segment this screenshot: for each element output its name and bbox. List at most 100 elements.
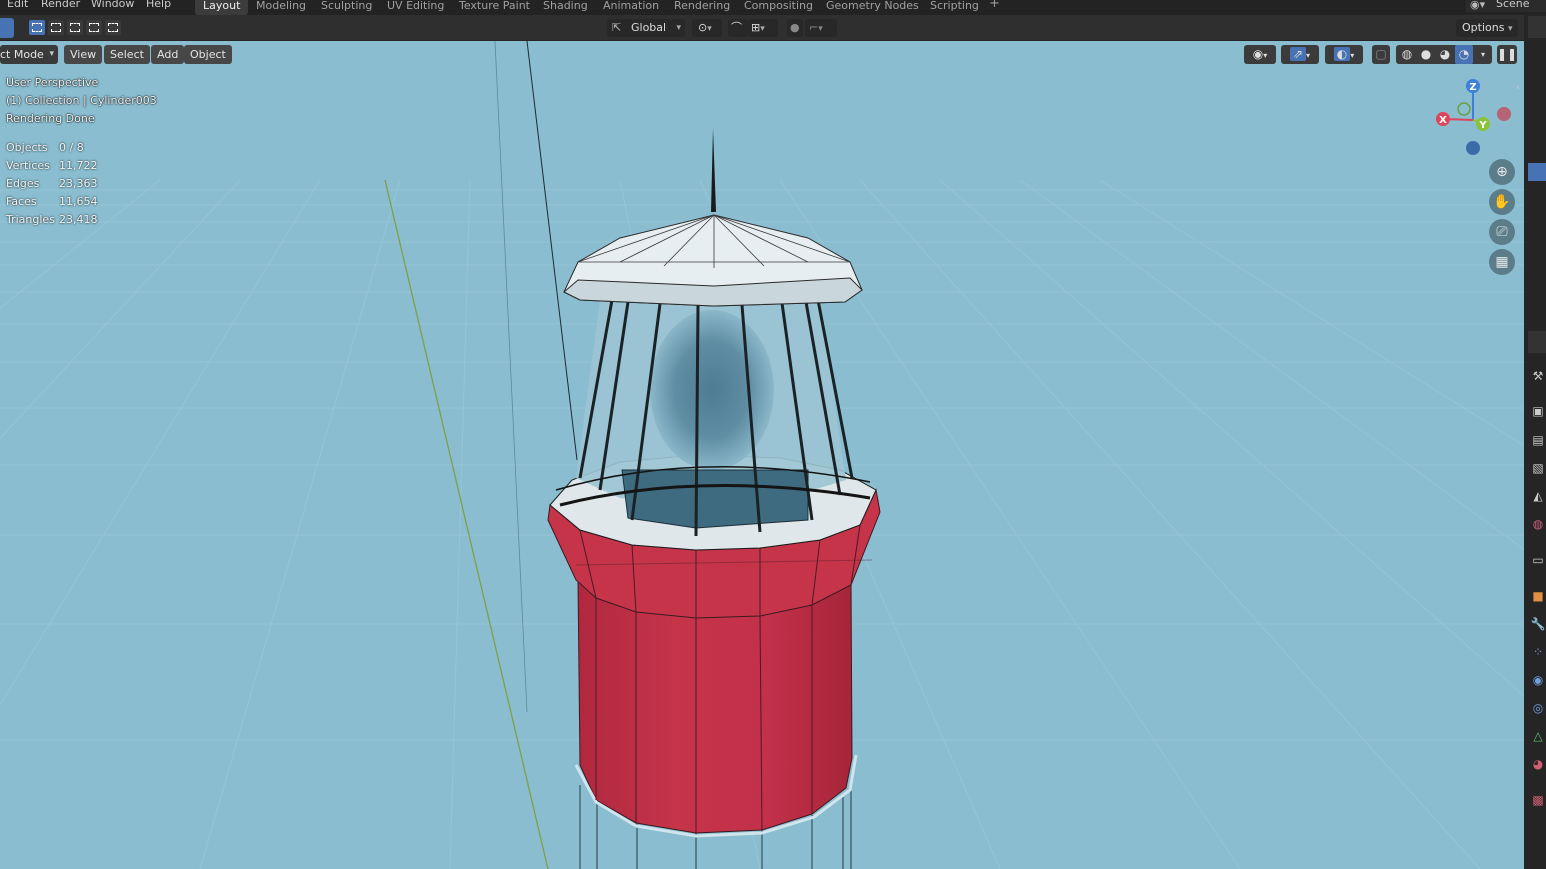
rendered-shading-icon[interactable]: ◔ bbox=[1455, 45, 1473, 64]
mode-dropdown[interactable]: ct Mode ▾ bbox=[0, 45, 58, 64]
tab-uv-editing[interactable]: UV Editing bbox=[379, 0, 452, 15]
grid-perspective-icon[interactable]: ▦ bbox=[1489, 249, 1515, 275]
hand-pan-icon[interactable]: ✋ bbox=[1489, 189, 1515, 215]
physics-properties-icon[interactable]: ◉ bbox=[1530, 672, 1546, 688]
visibility-dropdown[interactable]: ◉▾ bbox=[1244, 45, 1276, 64]
add-menu[interactable]: Add bbox=[151, 45, 185, 64]
chevron-down-icon: ▾ bbox=[1350, 51, 1355, 60]
chevron-down-icon: ▾ bbox=[1507, 24, 1513, 34]
tab-layout[interactable]: Layout bbox=[195, 0, 249, 15]
scene-properties-icon[interactable]: ◭ bbox=[1530, 488, 1546, 504]
solid-shading-icon[interactable]: ● bbox=[1417, 45, 1435, 64]
tab-animation[interactable]: Animation bbox=[595, 0, 667, 15]
gizmo-toggle[interactable]: ⇗ ▾ bbox=[1281, 45, 1319, 64]
select-intersect-icon[interactable] bbox=[105, 20, 121, 35]
menu-help[interactable]: Help bbox=[146, 0, 171, 12]
pause-icon: ❚❚ bbox=[1497, 47, 1518, 61]
top-bar: Edit Render Window Help Layout Modeling … bbox=[0, 0, 1546, 15]
sidebar-toggle-icon[interactable]: ‹ bbox=[1516, 83, 1524, 93]
transform-orientation-dropdown[interactable]: ⇱ Global ▾ bbox=[607, 19, 685, 37]
tab-shading[interactable]: Shading bbox=[535, 0, 596, 15]
select-subtract-icon[interactable] bbox=[67, 20, 83, 35]
select-invert-icon[interactable] bbox=[86, 20, 102, 35]
output-properties-icon[interactable]: ▤ bbox=[1530, 432, 1546, 448]
pivot-point-dropdown[interactable]: ⊙▾ bbox=[692, 19, 722, 37]
data-properties-icon[interactable]: △ bbox=[1530, 728, 1546, 744]
camera-icon[interactable]: ⎚ bbox=[1489, 219, 1515, 245]
mode-label: ct Mode bbox=[0, 48, 44, 61]
overlays-toggle[interactable]: ◐ ▾ bbox=[1325, 45, 1363, 64]
stat-label: Objects bbox=[6, 141, 48, 154]
particles-properties-icon[interactable]: ⁘ bbox=[1530, 644, 1546, 660]
select-menu[interactable]: Select bbox=[104, 45, 150, 64]
zoom-icon[interactable]: ⊕ bbox=[1489, 159, 1515, 185]
viewport-scene bbox=[0, 41, 1524, 869]
proportional-edit-icon: ● bbox=[790, 21, 800, 34]
render-properties-icon[interactable]: ▣ bbox=[1530, 403, 1546, 419]
properties-header-icon[interactable] bbox=[1528, 331, 1546, 353]
pause-render-button[interactable]: ❚❚ bbox=[1497, 45, 1517, 64]
neg-z-axis-dot[interactable] bbox=[1466, 141, 1480, 155]
menu-window[interactable]: Window bbox=[91, 0, 134, 12]
z-axis-label: Z bbox=[1469, 82, 1476, 93]
neg-x-axis-dot[interactable] bbox=[1497, 107, 1511, 121]
material-shading-icon[interactable]: ◕ bbox=[1436, 45, 1454, 64]
xray-toggle[interactable]: ▢ bbox=[1372, 45, 1390, 64]
add-workspace-plus-icon[interactable]: + bbox=[989, 0, 1000, 11]
snap-target-dropdown[interactable]: ⊞▾ bbox=[748, 19, 778, 37]
tool-properties-icon[interactable]: ⚒ bbox=[1530, 368, 1546, 384]
lighthouse-model[interactable] bbox=[547, 128, 881, 869]
tab-geometry-nodes[interactable]: Geometry Nodes bbox=[818, 0, 927, 15]
tab-compositing[interactable]: Compositing bbox=[736, 0, 821, 15]
view-menu[interactable]: View bbox=[64, 45, 103, 64]
menu-render[interactable]: Render bbox=[41, 0, 80, 12]
magnet-icon: ⌒ bbox=[731, 21, 742, 34]
stat-objects: Objects 0 / 8 bbox=[6, 141, 84, 154]
select-tool-icon[interactable] bbox=[0, 18, 14, 38]
tab-sculpting[interactable]: Sculpting bbox=[313, 0, 380, 15]
stat-label: Triangles bbox=[6, 213, 55, 226]
tab-scripting[interactable]: Scripting bbox=[922, 0, 987, 15]
scene-selector[interactable]: ◉▾ Scene bbox=[1466, 0, 1546, 12]
view-layer-properties-icon[interactable]: ▧ bbox=[1530, 460, 1546, 476]
y-axis-label: Y bbox=[1478, 120, 1487, 131]
3d-viewport[interactable]: ct Mode ▾ View Select Add Object ◉▾ ⇗ ▾ ◐… bbox=[0, 41, 1524, 869]
menu-edit[interactable]: Edit bbox=[7, 0, 28, 12]
constraints-properties-icon[interactable]: ◎ bbox=[1530, 700, 1546, 716]
tab-texture-paint[interactable]: Texture Paint bbox=[451, 0, 538, 15]
proportional-falloff-dropdown[interactable]: ⌐▾ bbox=[805, 19, 837, 37]
modifier-properties-icon[interactable]: 🔧 bbox=[1530, 616, 1546, 632]
tool-header: ⇱ Global ▾ ⊙▾ ⌒ ⊞▾ ● ⌐▾ Options ▾ bbox=[0, 15, 1524, 41]
select-extend-icon[interactable] bbox=[48, 20, 64, 35]
chevron-down-icon: ▾ bbox=[676, 23, 681, 33]
object-menu[interactable]: Object bbox=[184, 45, 232, 64]
texture-properties-icon[interactable]: ▩ bbox=[1530, 792, 1546, 808]
editor-type-icon[interactable] bbox=[1528, 16, 1546, 38]
tab-modeling[interactable]: Modeling bbox=[248, 0, 314, 15]
collection-properties-icon[interactable]: ▭ bbox=[1530, 552, 1546, 568]
chevron-down-icon[interactable]: ▾ bbox=[1476, 45, 1490, 64]
tab-rendering[interactable]: Rendering bbox=[666, 0, 738, 15]
cable-line bbox=[526, 41, 578, 461]
x-axis-label: X bbox=[1439, 115, 1447, 126]
options-dropdown[interactable]: Options ▾ bbox=[1456, 19, 1518, 37]
navigation-gizmo[interactable]: Z X Y bbox=[1430, 77, 1516, 157]
select-new-icon[interactable] bbox=[29, 20, 45, 35]
render-status-text: Rendering Done bbox=[6, 112, 95, 125]
proportional-edit-toggle[interactable]: ● bbox=[787, 19, 803, 37]
xray-icon: ▢ bbox=[1375, 47, 1387, 61]
helper-line bbox=[494, 41, 528, 713]
stat-vertices: Vertices 11,722 bbox=[6, 159, 98, 172]
wireframe-shading-icon[interactable]: ◍ bbox=[1398, 45, 1416, 64]
snap-toggle[interactable]: ⌒ bbox=[728, 19, 748, 37]
stat-value: 0 / 8 bbox=[59, 141, 84, 154]
stat-faces: Faces 11,654 bbox=[6, 195, 98, 208]
collection-text: (1) Collection | Cylinder003 bbox=[6, 94, 157, 107]
shading-modes: ◍ ● ◕ ◔ ▾ bbox=[1396, 45, 1492, 64]
material-properties-icon[interactable]: ◕ bbox=[1530, 756, 1546, 772]
lamp-lens bbox=[650, 310, 774, 470]
eye-icon: ◉ bbox=[1252, 47, 1264, 61]
object-properties-icon[interactable]: ■ bbox=[1530, 588, 1546, 604]
world-properties-icon[interactable]: ◍ bbox=[1530, 516, 1546, 532]
neg-y-axis-dot[interactable] bbox=[1457, 102, 1471, 116]
